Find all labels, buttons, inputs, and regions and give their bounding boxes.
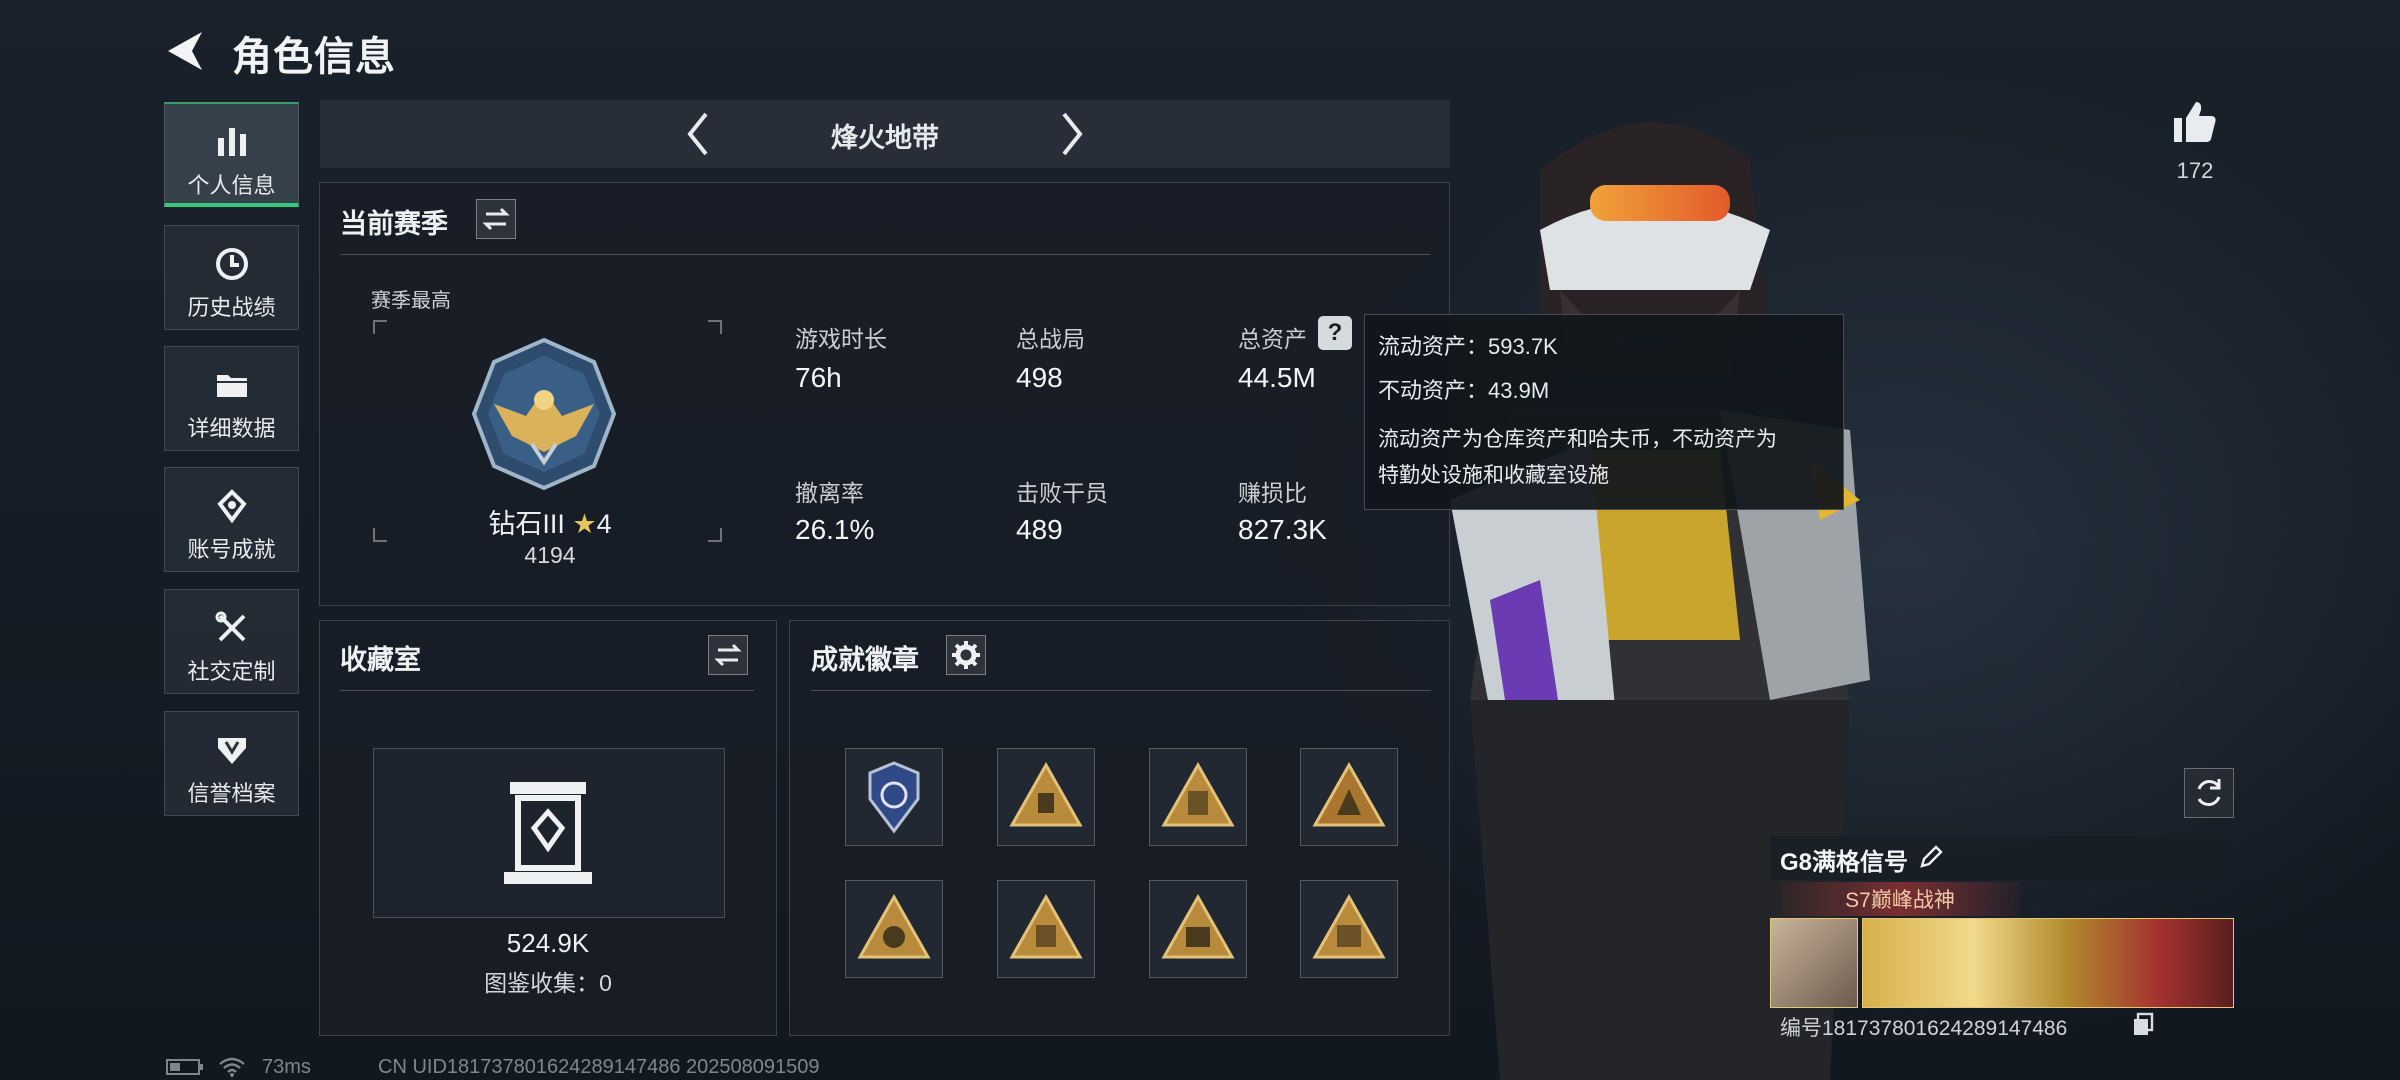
achievements-title: 成就徽章	[811, 645, 919, 675]
sidebar-item-social[interactable]: 社交定制	[164, 589, 299, 694]
badge-triangle-1-icon	[1009, 761, 1083, 827]
edit-icon[interactable]	[1918, 844, 1944, 870]
sidebar-item-label: 详细数据	[187, 416, 276, 441]
frame-corner	[708, 528, 722, 542]
stat-value: 827.3K	[1238, 514, 1327, 545]
swap-button[interactable]	[476, 199, 516, 239]
player-id: 编号1817378016242891474​86	[1780, 1017, 2068, 1040]
sidebar-item-reputation[interactable]: 信誉档案	[164, 711, 299, 816]
rank-emblem-icon	[471, 337, 617, 491]
achievement-badge[interactable]	[845, 748, 943, 846]
achievement-badge[interactable]	[1300, 880, 1398, 978]
shield-icon	[217, 738, 246, 764]
collection-value: 524.9K	[506, 928, 590, 958]
title-badge: S7巅峰战神	[1845, 889, 1955, 912]
copy-icon[interactable]	[2132, 1012, 2154, 1036]
swap-button[interactable]	[708, 635, 748, 675]
badge-triangle-7-icon	[1312, 893, 1386, 959]
stat-label: 总战局	[1016, 326, 1085, 352]
divider	[340, 254, 1430, 255]
sidebar-item-label: 账号成就	[187, 537, 276, 562]
bar-chart-icon	[217, 128, 246, 156]
settings-button[interactable]	[946, 635, 986, 675]
rank-name: 钻石III	[488, 509, 565, 539]
tools-icon	[215, 611, 245, 642]
stat-value: 76h	[795, 362, 842, 393]
rank-stars: 4	[596, 509, 612, 539]
achievement-badge[interactable]	[1300, 748, 1398, 846]
badge-triangle-2-icon	[1161, 761, 1235, 827]
season-title: 当前赛季	[340, 209, 448, 239]
back-arrow-icon[interactable]	[162, 28, 212, 74]
stat-label: 游戏时长	[795, 326, 887, 352]
tooltip-line: 不动资产：43.9M	[1378, 378, 1550, 403]
clock-icon	[215, 248, 248, 280]
sidebar-item-history[interactable]: 历史战绩	[164, 225, 299, 330]
sidebar-item-label: 个人信息	[187, 173, 276, 198]
tooltip-line: 流动资产为仓库资产和哈夫币，不动资产为	[1378, 428, 1777, 451]
sidebar-item-label: 历史战绩	[187, 295, 276, 320]
gear-icon	[952, 641, 980, 669]
sidebar-item-label: 社交定制	[187, 659, 276, 684]
frame-corner	[373, 320, 387, 334]
name-card-banner[interactable]	[1862, 918, 2234, 1008]
stat-label: 击败干员	[1016, 480, 1108, 506]
collection-title: 收藏室	[340, 645, 421, 675]
stat-value: 26.1%	[795, 514, 875, 545]
sidebar-item-profile[interactable]: 个人信息	[164, 102, 299, 207]
badge-triangle-5-icon	[1009, 893, 1083, 959]
achievement-icon	[216, 489, 247, 524]
folder-icon	[216, 375, 247, 397]
mode-name: 烽火地带	[831, 123, 939, 153]
chevron-right-icon[interactable]	[1052, 106, 1092, 162]
badge-triangle-4-icon	[857, 893, 931, 959]
badge-shield-icon	[868, 761, 920, 834]
stat-value: 489	[1016, 514, 1063, 545]
battery-icon	[166, 1059, 203, 1075]
help-icon[interactable]: ?	[1318, 316, 1352, 350]
refresh-button[interactable]	[2184, 768, 2234, 818]
badge-triangle-3-icon	[1312, 761, 1386, 827]
thumbs-up-icon[interactable]	[2170, 98, 2220, 146]
divider	[340, 690, 754, 691]
vault-icon	[504, 782, 592, 884]
star-icon: ★	[572, 509, 597, 539]
achievement-badge[interactable]	[1149, 880, 1247, 978]
swap-icon	[482, 207, 510, 231]
swap-icon	[714, 643, 742, 667]
stat-value: 44.5M	[1238, 362, 1316, 393]
refresh-icon	[2197, 779, 2221, 806]
ping: 73ms	[262, 1056, 311, 1078]
tooltip-line: 特勤处设施和收藏室设施	[1378, 464, 1609, 487]
assets-tooltip: 流动资产：593.7K 不动资产：43.9M 流动资产为仓库资产和哈夫币，不动资…	[1364, 314, 1844, 510]
sidebar-item-achievements[interactable]: 账号成就	[164, 467, 299, 572]
uid-line: CN UID1817378016242891474​86 20250809150…	[378, 1056, 820, 1078]
badge-triangle-6-icon	[1161, 893, 1235, 959]
achievement-badge[interactable]	[1149, 748, 1247, 846]
stat-value: 498	[1016, 362, 1063, 393]
divider	[811, 690, 1431, 691]
frame-corner	[708, 320, 722, 334]
rank-name-row: 钻石III ★4	[460, 502, 640, 541]
stat-label: 赚损比	[1238, 480, 1307, 506]
player-name: G8满格信号	[1780, 849, 1909, 876]
rank-score: 4194	[524, 542, 576, 568]
avatar[interactable]	[1770, 918, 1858, 1008]
like-count: 172	[2176, 158, 2214, 183]
achievement-badge[interactable]	[997, 748, 1095, 846]
sidebar-item-label: 信誉档案	[187, 781, 276, 806]
achievement-badge[interactable]	[997, 880, 1095, 978]
stat-label: 撤离率	[795, 480, 864, 506]
chevron-left-icon[interactable]	[678, 106, 718, 162]
sidebar-item-details[interactable]: 详细数据	[164, 346, 299, 451]
page-title: 角色信息	[232, 35, 396, 79]
tooltip-line: 流动资产：593.7K	[1378, 334, 1558, 359]
season-best-label: 赛季最高	[371, 290, 451, 312]
catalog-count: 图鉴收集：0	[484, 970, 612, 996]
frame-corner	[373, 528, 387, 542]
wifi-icon	[219, 1057, 245, 1077]
achievement-badge[interactable]	[845, 880, 943, 978]
stat-label: 总资产	[1238, 326, 1307, 352]
